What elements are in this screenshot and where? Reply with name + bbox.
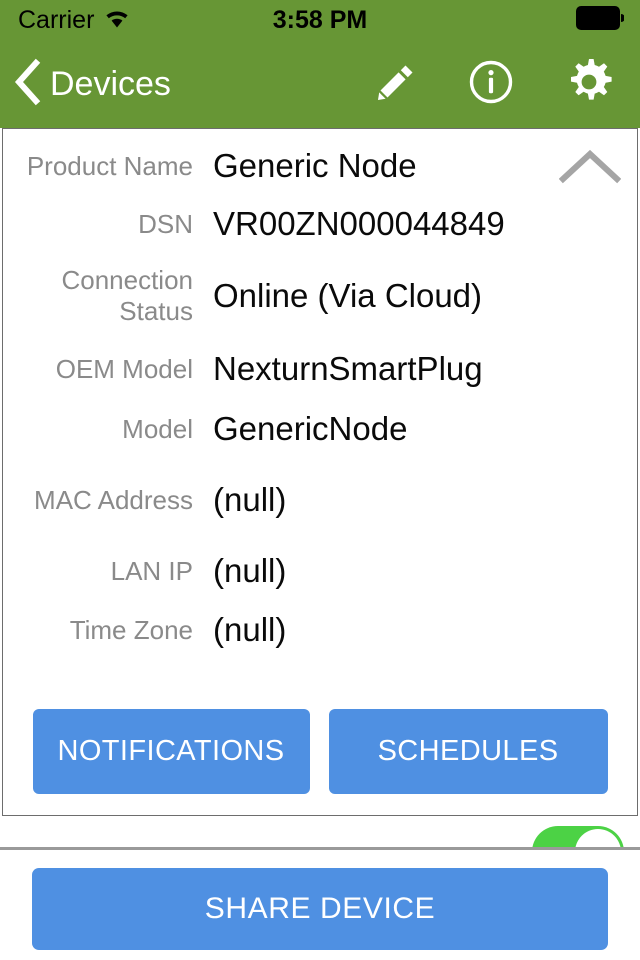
edit-button[interactable] [374,60,418,109]
detail-row-oem-model: OEM Model NexturnSmartPlug [3,339,637,399]
share-device-button[interactable]: SHARE DEVICE [32,868,608,950]
detail-label: Product Name [26,150,193,181]
detail-row-lan-ip: LAN IP (null) [3,541,637,601]
detail-value: Online (Via Cloud) [213,277,483,314]
detail-value: GenericNode [213,410,408,447]
settings-button[interactable] [564,57,614,112]
device-details-screen: Carrier 3:58 PM Devices Product Name Gen… [0,0,640,960]
info-button[interactable] [468,59,514,110]
detail-row-product-name: Product Name Generic Node [3,137,637,195]
chevron-left-icon [14,58,42,111]
navigation-bar: Devices [0,40,640,128]
back-button-label: Devices [50,64,171,103]
battery-full-icon [576,5,625,35]
detail-value: (null) [213,611,287,648]
detail-value: (null) [213,481,287,518]
detail-row-time-zone: Time Zone (null) [3,601,637,659]
detail-row-model: Model GenericNode [3,399,637,459]
detail-label: MAC Address [34,484,193,515]
status-bar-time: 3:58 PM [272,5,368,34]
detail-label: OEM Model [55,353,193,384]
status-bar: Carrier 3:58 PM [0,0,640,40]
bottom-action-panel: SHARE DEVICE [0,847,640,960]
detail-value: Generic Node [213,147,417,184]
navigation-actions [374,57,614,112]
detail-label: DSN [138,208,193,239]
back-button[interactable]: Devices [14,58,171,111]
device-details-card: Product Name Generic Node DSN VR00ZN0000… [2,128,638,816]
detail-row-mac-address: MAC Address (null) [3,459,637,541]
detail-label: Model [122,413,193,444]
status-bar-right [576,5,625,35]
detail-value: NexturnSmartPlug [213,350,483,387]
detail-label: Time Zone [69,614,193,645]
detail-label: LAN IP [110,555,193,586]
notifications-button[interactable]: NOTIFICATIONS [32,709,310,794]
schedules-button[interactable]: SCHEDULES [328,709,608,794]
detail-row-connection-status: Connection Status Online (Via Cloud) [3,253,637,339]
device-detail-rows: Product Name Generic Node DSN VR00ZN0000… [3,137,637,659]
detail-value: (null) [213,552,287,589]
card-action-buttons: NOTIFICATIONS SCHEDULES [3,709,637,794]
detail-row-dsn: DSN VR00ZN000044849 [3,195,637,253]
detail-label: Connection Status [61,265,193,326]
detail-value: VR00ZN000044849 [213,205,505,242]
